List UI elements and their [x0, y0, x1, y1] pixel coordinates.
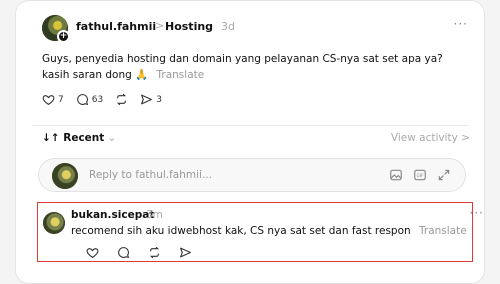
comment-icon	[76, 94, 88, 106]
chevron-right-icon: >	[155, 19, 165, 32]
like-button[interactable]: 7	[42, 93, 64, 106]
gif-icon[interactable]: GIF	[413, 168, 427, 182]
share-button[interactable]: 3	[140, 93, 162, 106]
thread-card: + fathul.fahmii > Hosting 3d ··· Guys, p…	[15, 0, 485, 284]
community-name[interactable]: Hosting	[165, 20, 213, 33]
share-icon[interactable]	[179, 246, 192, 259]
post-time: 3d	[221, 20, 235, 33]
share-count: 3	[156, 94, 162, 105]
follow-plus-icon[interactable]: +	[57, 30, 70, 43]
original-post: + fathul.fahmii > Hosting 3d ··· Guys, p…	[16, 1, 484, 125]
post-text-line2: kasih saran dong 🙏 Translate	[42, 68, 204, 81]
heart-icon[interactable]	[86, 246, 99, 259]
post-text-line2-content: kasih saran dong 🙏	[42, 69, 149, 81]
comment-body: recomend sih aku idwebhost kak, CS nya s…	[71, 225, 411, 237]
image-icon[interactable]	[389, 168, 403, 182]
heart-icon	[42, 95, 55, 106]
reply-placeholder[interactable]: Reply to fathul.fahmii...	[89, 169, 212, 181]
post-text-line1: Guys, penyedia hosting dan domain yang p…	[42, 53, 443, 65]
translate-link[interactable]: Translate	[157, 69, 205, 81]
comment-text: recomend sih aku idwebhost kak, CS nya s…	[71, 225, 467, 237]
sort-dropdown[interactable]: ↓↑ Recent ⌄	[42, 132, 116, 144]
post-username[interactable]: fathul.fahmii	[76, 20, 156, 33]
comment-count: 63	[91, 94, 104, 105]
highlighted-comment: bukan.sicepat 3m ··· recomend sih aku id…	[37, 202, 483, 262]
comment-more-icon[interactable]: ···	[470, 206, 484, 220]
repost-icon	[117, 93, 127, 106]
repost-button[interactable]	[115, 93, 128, 106]
comment-avatar[interactable]	[43, 212, 65, 234]
reply-toolbar: GIF	[389, 168, 451, 182]
repost-icon[interactable]	[148, 246, 161, 259]
chevron-down-icon: ⌄	[107, 132, 117, 144]
sort-label: ↓↑ Recent	[42, 132, 105, 144]
comment-translate-link[interactable]: Translate	[419, 225, 467, 237]
comment-username[interactable]: bukan.sicepat	[71, 209, 154, 221]
reply-avatar	[52, 163, 78, 189]
like-count: 7	[58, 94, 64, 105]
view-activity-link[interactable]: View activity >	[391, 132, 470, 144]
comment-actions	[86, 246, 192, 259]
comment-icon[interactable]	[117, 246, 130, 259]
expand-icon[interactable]	[437, 168, 451, 182]
post-actions: 7 63 3	[42, 93, 162, 106]
svg-text:GIF: GIF	[417, 173, 424, 178]
comment-button[interactable]: 63	[76, 93, 103, 106]
divider	[32, 125, 468, 126]
reply-input[interactable]: Reply to fathul.fahmii... GIF	[38, 158, 466, 192]
comment-time: 3m	[146, 209, 163, 221]
share-icon	[141, 94, 153, 105]
more-options-icon[interactable]: ···	[454, 17, 468, 31]
